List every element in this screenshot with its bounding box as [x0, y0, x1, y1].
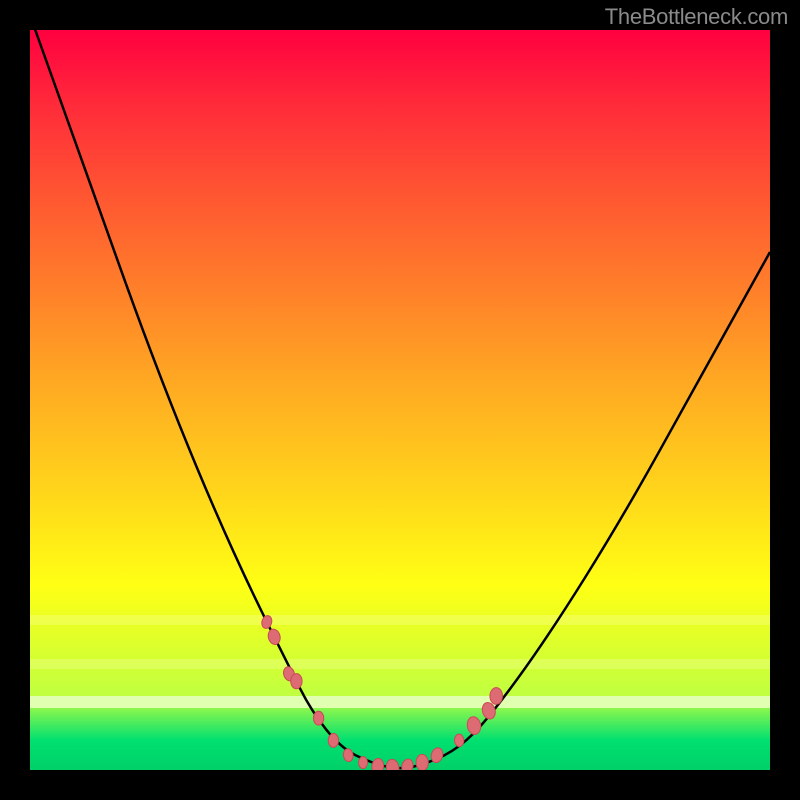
chart-frame: TheBottleneck.com — [0, 0, 800, 800]
watermark-text: TheBottleneck.com — [605, 4, 788, 30]
marker-dot — [454, 734, 464, 747]
marker-dot — [385, 759, 400, 770]
v-curve-plot — [30, 30, 770, 770]
marker-dot — [267, 628, 282, 646]
marker-dot — [260, 614, 273, 629]
curve-path — [30, 30, 770, 768]
marker-dot — [342, 748, 354, 762]
marker-dot — [328, 733, 339, 747]
marker-dot — [400, 758, 414, 770]
marker-dot — [490, 688, 503, 705]
marker-dot — [313, 711, 323, 725]
marker-dot — [291, 673, 303, 688]
marker-cluster — [260, 614, 502, 770]
marker-dot — [358, 757, 367, 769]
marker-dot — [466, 716, 482, 736]
marker-dot — [416, 754, 429, 770]
marker-dot — [371, 758, 385, 770]
